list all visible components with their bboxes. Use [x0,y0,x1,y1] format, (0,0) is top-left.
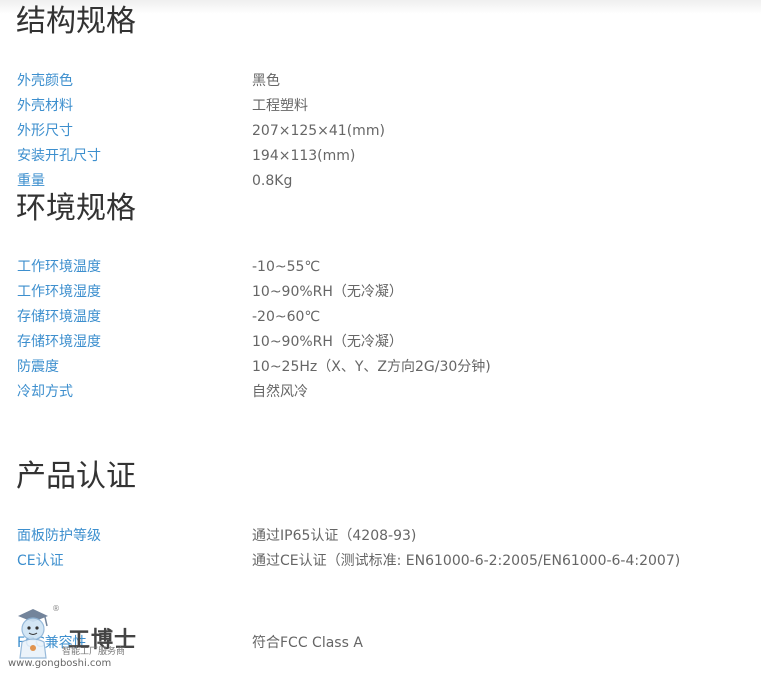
watermark-logo: ® 工博士 智能工厂服务商 www.gongboshi.com [6,602,146,678]
spec-row: 存储环境湿度 10~90%RH（无冷凝） [17,331,757,353]
spec-row: 外壳材料 工程塑料 [17,95,757,117]
spec-value: -10~55℃ [252,259,321,275]
spec-label: 外壳材料 [17,98,73,114]
spec-label: 面板防护等级 [17,528,101,544]
spec-label: 工作环境湿度 [17,284,101,300]
section-title-structure: 结构规格 [16,4,136,39]
spec-row: 防震度 10~25Hz（X、Y、Z方向2G/30分钟) [17,356,757,378]
spec-row: 安装开孔尺寸 194×113(mm) [17,145,757,167]
spec-label: 重量 [17,173,45,189]
spec-value: 10~90%RH（无冷凝） [252,334,403,350]
spec-value: 10~25Hz（X、Y、Z方向2G/30分钟) [252,359,491,375]
spec-value: -20~60℃ [252,309,321,325]
spec-label: 外形尺寸 [17,123,73,139]
spec-value: 黑色 [252,73,280,89]
spec-row: CE认证 通过CE认证（测试标准: EN61000-6-2:2005/EN610… [17,550,757,572]
spec-label: 防震度 [17,359,59,375]
spec-label: 存储环境温度 [17,309,101,325]
spec-value: 符合FCC Class A [252,635,363,651]
spec-row: 工作环境温度 -10~55℃ [17,256,757,278]
spec-value: 10~90%RH（无冷凝） [252,284,403,300]
mascot-icon [18,609,48,659]
registered-mark: ® [52,604,60,613]
spec-row: 外壳颜色 黑色 [17,70,757,92]
spec-value: 工程塑料 [252,98,308,114]
spec-row: 外形尺寸 207×125×41(mm) [17,120,757,142]
spec-label: 外壳颜色 [17,73,73,89]
section-title-environment: 环境规格 [16,191,136,226]
spec-label: 存储环境湿度 [17,334,101,350]
watermark-subtitle: 智能工厂服务商 [62,647,126,657]
spec-row: 面板防护等级 通过IP65认证（4208-93) [17,525,757,547]
spec-value: 207×125×41(mm) [252,123,385,139]
spec-label: 工作环境温度 [17,259,101,275]
spec-row: 重量 0.8Kg [17,170,757,192]
spec-value: 194×113(mm) [252,148,356,164]
spec-label: 冷却方式 [17,384,73,400]
watermark-url: www.gongboshi.com [8,658,112,669]
spec-value: 自然风冷 [252,384,308,400]
spec-label: CE认证 [17,553,64,569]
spec-row: 存储环境温度 -20~60℃ [17,306,757,328]
section-title-certification: 产品认证 [16,459,136,494]
spec-value: 通过CE认证（测试标准: EN61000-6-2:2005/EN61000-6-… [252,553,681,569]
spec-row: 冷却方式 自然风冷 [17,381,757,403]
spec-row: 工作环境湿度 10~90%RH（无冷凝） [17,281,757,303]
spec-value: 通过IP65认证（4208-93) [252,528,417,544]
spec-label: 安装开孔尺寸 [17,148,101,164]
spec-value: 0.8Kg [252,173,293,189]
